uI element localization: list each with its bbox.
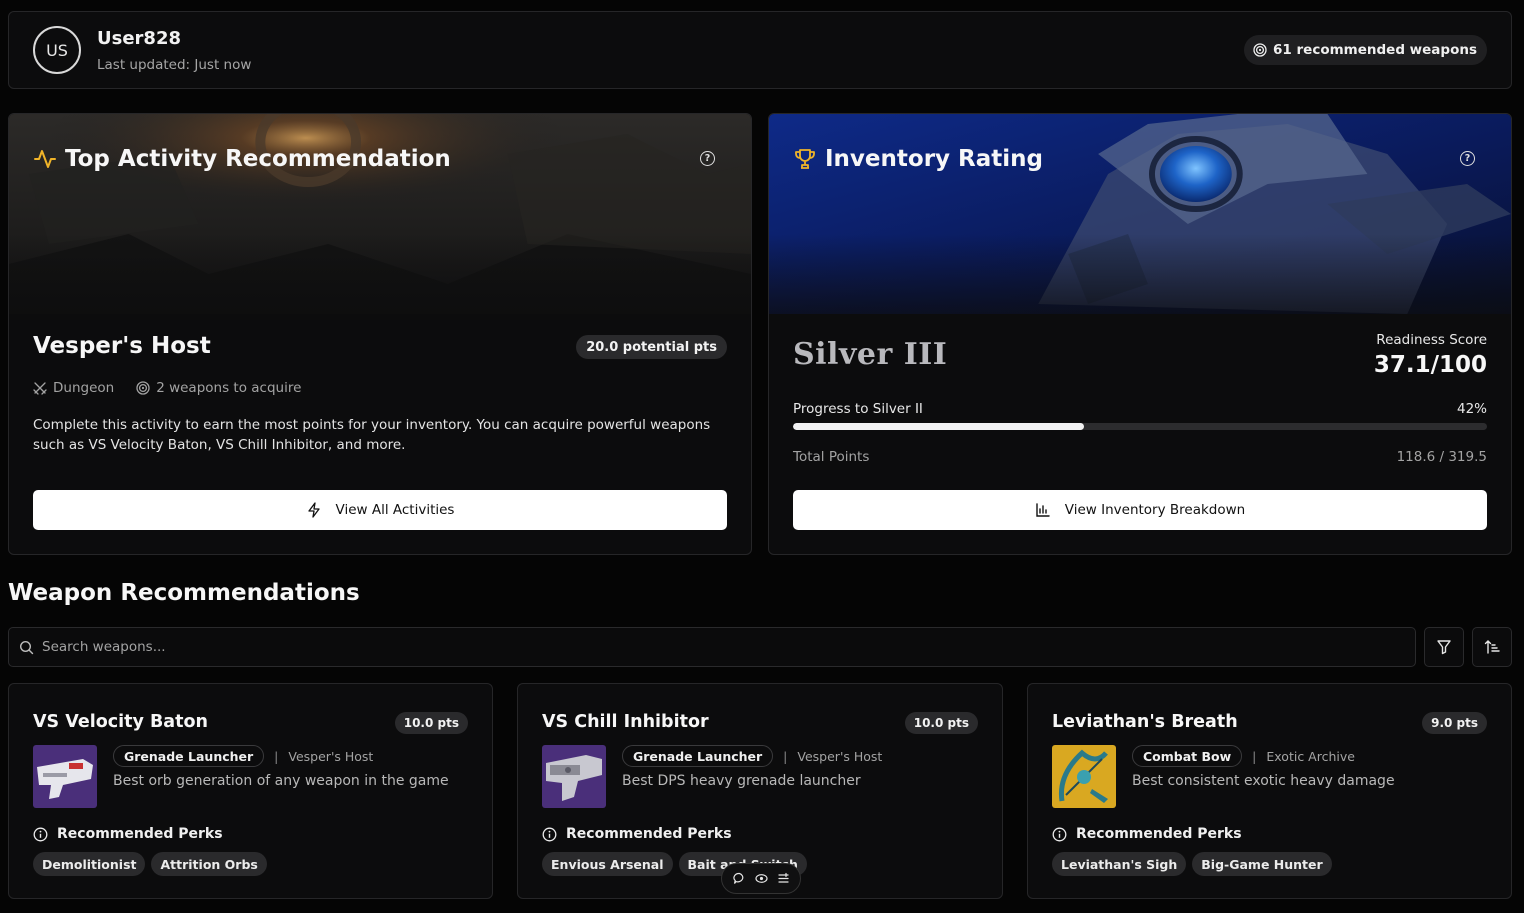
weapon-name: VS Chill Inhibitor (542, 712, 709, 732)
weapon-thumbnail (542, 745, 606, 808)
help-circle-icon[interactable]: ? (700, 151, 715, 166)
weapon-description: Best consistent exotic heavy damage (1132, 773, 1395, 789)
lightning-icon (307, 502, 320, 518)
activity-pulse-icon (34, 150, 56, 168)
activity-type: Dungeon (53, 380, 115, 396)
trophy-icon (795, 149, 815, 169)
perk-chip: Big-Game Hunter (1192, 852, 1332, 876)
weapons-to-acquire: 2 weapons to acquire (156, 380, 302, 396)
rank-tier: Silver III (793, 337, 948, 372)
weapon-card[interactable]: Leviathan's Breath 9.0 pts Combat Bow Ex… (1027, 683, 1512, 899)
weapon-description: Best DPS heavy grenade launcher (622, 773, 861, 789)
crossed-swords-icon (33, 382, 47, 395)
help-circle-icon[interactable]: ? (1460, 151, 1475, 166)
recommended-perks-heading: Recommended Perks (33, 826, 223, 842)
recommended-perks-label: Recommended Perks (1076, 826, 1242, 842)
progress-percent: 42% (1456, 401, 1487, 417)
perk-chip: Envious Arsenal (542, 852, 673, 876)
weapon-source: Vesper's Host (274, 749, 373, 764)
weapon-type-badge: Grenade Launcher (113, 745, 265, 767)
sort-button[interactable] (1472, 627, 1512, 667)
eye-icon[interactable] (754, 872, 768, 885)
activity-description: Complete this activity to earn the most … (33, 417, 711, 453)
inventory-card-title: Inventory Rating (793, 146, 1043, 172)
perk-chip: Leviathan's Sigh (1052, 852, 1187, 876)
filter-icon (1437, 640, 1451, 655)
comment-icon[interactable] (732, 872, 746, 885)
search-input[interactable] (42, 639, 1342, 655)
weapon-type-badge: Combat Bow (1132, 745, 1243, 767)
username: User828 (97, 28, 181, 49)
avatar[interactable]: US (33, 26, 81, 74)
floating-toolbar (721, 863, 801, 894)
weapon-source: Exotic Archive (1252, 749, 1355, 764)
weapon-recommendations-heading: Weapon Recommendations (8, 580, 360, 606)
view-all-activities-label: View All Activities (335, 502, 455, 518)
weapon-points-badge: 9.0 pts (1422, 712, 1487, 734)
weapon-points-badge: 10.0 pts (904, 712, 978, 734)
inventory-rating-card: Inventory Rating ? Silver III Readiness … (768, 113, 1512, 555)
last-updated-text: Last updated: Just now (97, 57, 252, 73)
weapon-card[interactable]: VS Velocity Baton 10.0 pts Grenade Launc… (8, 683, 493, 899)
recommended-perks-label: Recommended Perks (57, 826, 223, 842)
total-points-label: Total Points (793, 449, 870, 465)
inventory-card-title-text: Inventory Rating (825, 146, 1043, 172)
target-icon (1253, 43, 1267, 57)
perk-list: Demolitionist Attrition Orbs (33, 852, 267, 876)
weapon-thumbnail (1052, 745, 1116, 808)
weapon-name: VS Velocity Baton (33, 712, 208, 732)
weapon-name: Leviathan's Breath (1052, 712, 1238, 732)
weapon-source: Vesper's Host (783, 749, 882, 764)
top-activity-card: Top Activity Recommendation ? Vesper's H… (8, 113, 752, 555)
weapon-type-badge: Grenade Launcher (622, 745, 774, 767)
perk-list: Leviathan's Sigh Big-Game Hunter (1052, 852, 1332, 876)
weapon-meta: Grenade Launcher Vesper's Host (622, 745, 882, 767)
view-inventory-breakdown-button[interactable]: View Inventory Breakdown (793, 490, 1487, 530)
view-inventory-breakdown-label: View Inventory Breakdown (1064, 502, 1246, 518)
recommended-perks-heading: Recommended Perks (542, 826, 732, 842)
potential-points-badge: 20.0 potential pts (576, 335, 727, 359)
profile-header: US User828 Last updated: Just now 61 rec… (8, 11, 1512, 89)
progress-bar-fill (793, 423, 1085, 430)
search-bar (8, 627, 1416, 667)
banner-fade (9, 234, 751, 344)
banner-fade (769, 234, 1511, 344)
info-icon (542, 827, 557, 841)
list-icon[interactable] (777, 872, 790, 885)
filter-button[interactable] (1424, 627, 1464, 667)
weapon-description: Best orb generation of any weapon in the… (113, 773, 449, 789)
target-icon (136, 381, 150, 395)
recommended-perks-label: Recommended Perks (566, 826, 732, 842)
search-icon (19, 640, 34, 654)
total-points-value: 118.6 / 319.5 (1396, 449, 1487, 465)
recommended-perks-heading: Recommended Perks (1052, 826, 1242, 842)
readiness-score-label: Readiness Score (1376, 332, 1487, 348)
activity-meta: Dungeon 2 weapons to acquire (33, 380, 301, 396)
view-all-activities-button[interactable]: View All Activities (33, 490, 727, 530)
perk-chip: Attrition Orbs (151, 852, 267, 876)
info-icon (33, 827, 48, 841)
weapon-thumbnail (33, 745, 97, 808)
recommended-weapons-badge: 61 recommended weapons (1244, 35, 1487, 65)
weapon-points-badge: 10.0 pts (394, 712, 468, 734)
sort-icon (1484, 640, 1500, 654)
activity-card-title-text: Top Activity Recommendation (65, 146, 451, 172)
perk-chip: Demolitionist (33, 852, 146, 876)
readiness-score-value: 37.1/100 (1373, 352, 1487, 378)
info-icon (1052, 827, 1067, 841)
activity-name: Vesper's Host (33, 333, 211, 359)
weapon-meta: Grenade Launcher Vesper's Host (113, 745, 373, 767)
progress-label: Progress to Silver II (793, 401, 923, 417)
weapon-meta: Combat Bow Exotic Archive (1132, 745, 1355, 767)
progress-bar (793, 423, 1487, 430)
bar-chart-icon (1036, 503, 1050, 517)
recommended-weapons-label: 61 recommended weapons (1273, 42, 1477, 58)
activity-card-title: Top Activity Recommendation (33, 146, 451, 172)
